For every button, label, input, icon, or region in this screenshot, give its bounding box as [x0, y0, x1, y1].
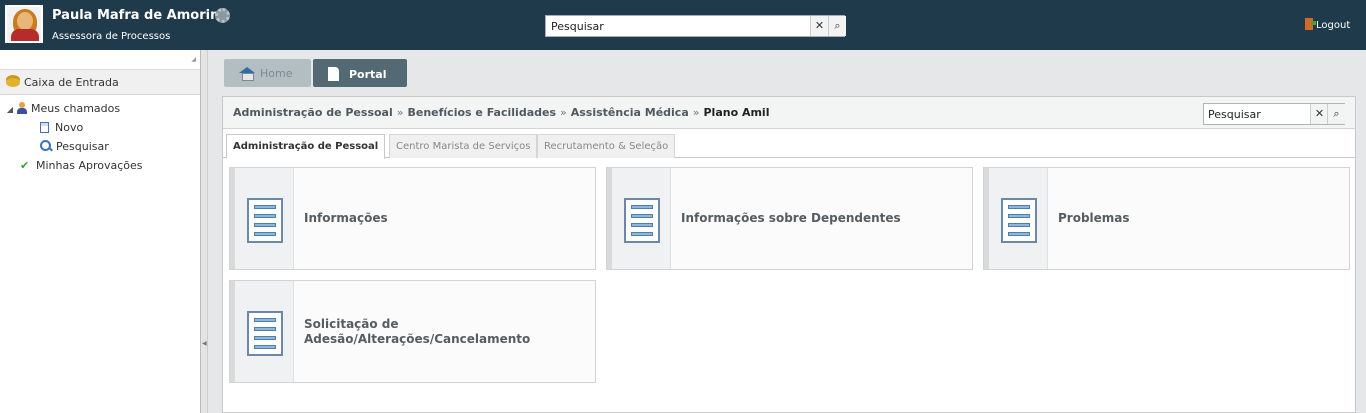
tab-portal-label: Portal: [349, 68, 387, 81]
document-icon: [40, 122, 49, 133]
collapse-arrow-icon[interactable]: ◀: [202, 340, 207, 347]
avatar-shirt: [11, 29, 39, 41]
form-icon: [247, 198, 283, 243]
page-icon: [328, 67, 339, 81]
category-tabs: Administração de Pessoal Centro Marista …: [223, 133, 1355, 159]
breadcrumb: Administração de Pessoal» Benefícios e Fa…: [233, 106, 769, 119]
breadcrumb-item[interactable]: Assistência Médica: [571, 106, 689, 119]
card-title: Solicitação de Adesão/Alterações/Cancela…: [304, 317, 531, 346]
form-icon: [247, 311, 283, 356]
breadcrumb-current: Plano Amil: [703, 106, 770, 119]
tree-item-label: Minhas Aprovações: [36, 159, 143, 172]
portal-search-clear-icon[interactable]: ✕: [1310, 104, 1328, 124]
portal-search: ✕ ⌕: [1203, 103, 1345, 125]
tab-recrutamento-e-selecao[interactable]: Recrutamento & Seleção: [537, 134, 676, 158]
logout-icon: [1305, 18, 1316, 30]
check-icon: ✔: [20, 159, 30, 172]
user-role: Assessora de Processos: [52, 31, 171, 42]
global-search-icon[interactable]: ⌕: [828, 16, 846, 36]
logout-label: Logout: [1316, 20, 1351, 31]
top-header: Paula Mafra de Amorim Assessora de Proce…: [0, 0, 1366, 50]
card-title: Problemas: [1058, 211, 1130, 225]
global-search-clear-icon[interactable]: ✕: [810, 16, 828, 36]
breadcrumb-item[interactable]: Benefícios e Facilidades: [407, 106, 556, 119]
tree-item-label: Pesquisar: [56, 140, 109, 153]
sidebar: Caixa de Entrada ◢ Meus chamados Novo Pes…: [0, 50, 201, 413]
breadcrumb-separator: »: [560, 106, 567, 119]
card-icon-box: [235, 281, 294, 382]
form-icon: [1001, 198, 1037, 243]
sidebar-inbox[interactable]: Caixa de Entrada: [0, 70, 200, 95]
breadcrumb-separator: »: [692, 106, 700, 119]
card-title: Informações: [304, 211, 388, 225]
person-icon: [16, 102, 27, 114]
breadcrumb-bar: Administração de Pessoal» Benefícios e Fa…: [223, 97, 1355, 129]
tab-portal[interactable]: Portal: [313, 59, 407, 87]
portal-search-icon[interactable]: ⌕: [1327, 104, 1345, 124]
portal-panel: Administração de Pessoal» Benefícios e Fa…: [222, 96, 1356, 413]
global-search: ✕ ⌕: [545, 15, 846, 37]
sidebar-tree: ◢ Meus chamados Novo Pesquisar ✔ Minhas Ap…: [0, 95, 200, 175]
inbox-icon: [6, 78, 20, 87]
portal-search-input[interactable]: [1204, 104, 1310, 124]
sidebar-toolbar[interactable]: [0, 50, 200, 70]
card-icon-box: [235, 168, 294, 269]
tab-centro-marista-de-servicos[interactable]: Centro Marista de Serviços: [389, 134, 538, 158]
tree-item-label: Meus chamados: [31, 102, 121, 115]
logout-button[interactable]: Logout: [1305, 18, 1350, 31]
global-search-input[interactable]: [546, 16, 810, 36]
service-card-problemas[interactable]: Problemas: [983, 167, 1350, 270]
tree-expand-icon[interactable]: ◢: [4, 100, 16, 119]
inbox-label: Caixa de Entrada: [24, 76, 119, 89]
tab-home[interactable]: Home: [224, 59, 311, 87]
tree-item-novo[interactable]: Novo: [0, 118, 200, 137]
tab-administracao-de-pessoal[interactable]: Administração de Pessoal: [226, 134, 386, 159]
breadcrumb-item[interactable]: Administração de Pessoal: [233, 106, 393, 119]
card-icon-box: [989, 168, 1048, 269]
sidebar-splitter[interactable]: ◀: [201, 50, 208, 413]
tree-item-pesquisar[interactable]: Pesquisar: [0, 137, 200, 156]
tree-item-label: Novo: [55, 121, 84, 134]
magnifier-icon: [40, 140, 52, 152]
form-icon: [624, 198, 660, 243]
tree-item-minhas-aprovacoes[interactable]: ✔ Minhas Aprovações: [0, 156, 200, 175]
service-card-informacoes[interactable]: Informações: [229, 167, 596, 270]
service-card-informacoes-dependentes[interactable]: Informações sobre Dependentes: [606, 167, 973, 270]
service-card-solicitacao[interactable]: Solicitação de Adesão/Alterações/Cancela…: [229, 280, 596, 383]
user-name[interactable]: Paula Mafra de Amorim: [52, 8, 224, 23]
card-title: Informações sobre Dependentes: [681, 211, 901, 225]
avatar-face: [17, 12, 33, 30]
tree-item-meus-chamados[interactable]: ◢ Meus chamados: [0, 99, 200, 118]
avatar[interactable]: [5, 5, 43, 43]
breadcrumb-separator: »: [396, 106, 404, 119]
tab-home-label: Home: [260, 67, 293, 80]
gear-icon[interactable]: [215, 8, 230, 23]
card-icon-box: [612, 168, 671, 269]
home-icon: [239, 67, 255, 81]
